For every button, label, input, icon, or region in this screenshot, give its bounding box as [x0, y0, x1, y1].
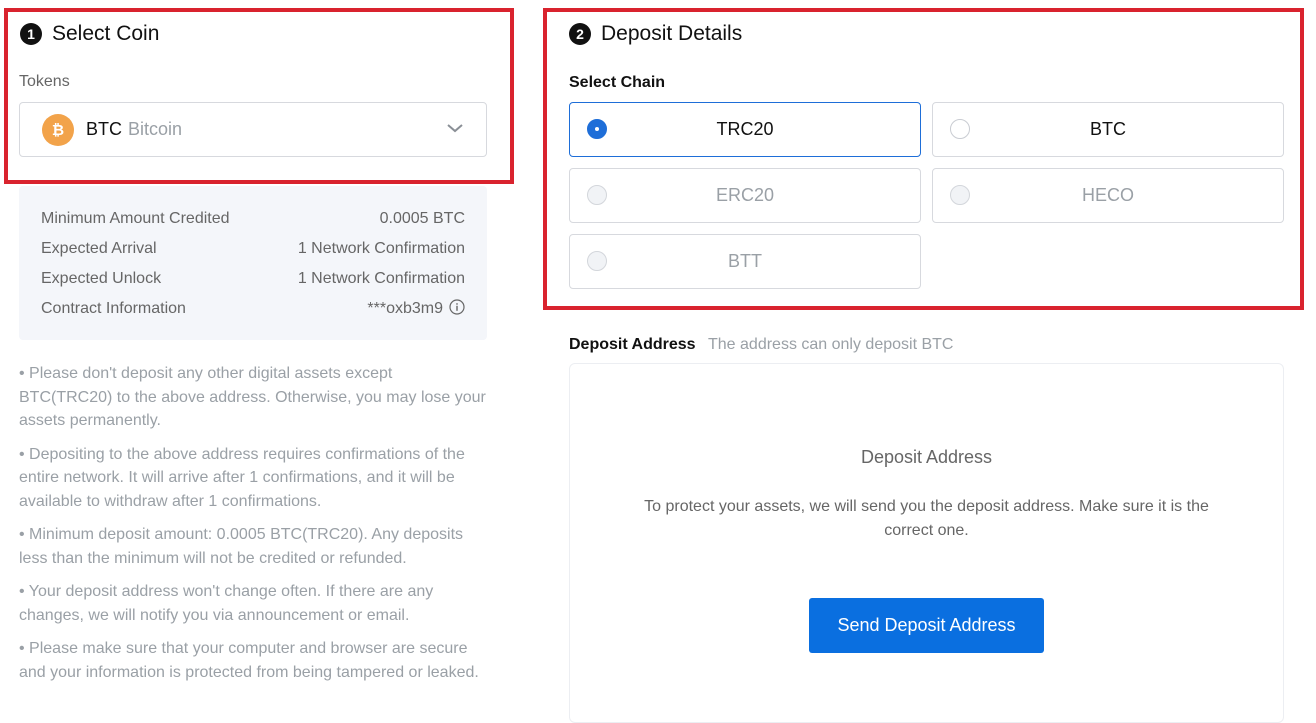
- deposit-address-header: Deposit Address The address can only dep…: [569, 336, 953, 354]
- chain-option-trc20[interactable]: TRC20: [569, 102, 921, 157]
- token-name: Bitcoin: [128, 119, 183, 139]
- card-title: Deposit Address: [860, 447, 993, 467]
- info-value: 0.0005 BTC: [379, 210, 465, 227]
- chain-label: BTC: [1090, 119, 1126, 139]
- info-label: Contract Information: [41, 300, 186, 317]
- radio-icon[interactable]: [587, 185, 607, 205]
- deposit-address-label: Deposit Address: [569, 336, 696, 353]
- note-item: • Your deposit address won't change ofte…: [19, 583, 434, 624]
- chain-option-btt[interactable]: BTT: [569, 234, 921, 289]
- note-item: • Minimum deposit amount: 0.0005 BTC(TRC…: [19, 526, 464, 567]
- note-item: • Please don't deposit any other digital…: [19, 365, 486, 429]
- info-value: 1 Network Confirmation: [297, 270, 465, 287]
- send-deposit-address-button[interactable]: Send Deposit Address: [809, 598, 1044, 653]
- deposit-details-heading: 2 Deposit Details: [569, 22, 742, 46]
- chain-label: HECO: [1081, 185, 1134, 205]
- radio-icon[interactable]: [950, 119, 970, 139]
- radio-icon[interactable]: [950, 185, 970, 205]
- tokens-label: Tokens: [19, 73, 70, 90]
- note-item: • Depositing to the above address requir…: [19, 445, 465, 510]
- info-value: ***oxb3m9: [367, 300, 443, 317]
- info-label: Expected Arrival: [41, 240, 157, 257]
- info-circle-icon[interactable]: [449, 298, 465, 320]
- deposit-address-hint: The address can only deposit BTC: [708, 336, 954, 353]
- info-row-minimum-amount: Minimum Amount Credited 0.0005 BTC: [41, 204, 465, 234]
- info-row-expected-arrival: Expected Arrival 1 Network Confirmation: [41, 234, 465, 264]
- chain-option-btc[interactable]: BTC: [932, 102, 1284, 157]
- chain-label: ERC20: [715, 185, 775, 205]
- chain-option-heco[interactable]: HECO: [932, 168, 1284, 223]
- info-label: Expected Unlock: [41, 270, 162, 287]
- token-select-dropdown[interactable]: ₿ BTC Bitcoin: [19, 102, 487, 157]
- chain-label: BTT: [728, 251, 762, 271]
- deposit-info-panel: Minimum Amount Credited 0.0005 BTC Expec…: [19, 186, 487, 340]
- info-row-contract-information: Contract Information ***oxb3m9: [41, 294, 465, 324]
- select-coin-heading: 1 Select Coin: [20, 22, 159, 46]
- step-number-badge: 1: [20, 23, 42, 45]
- svg-text:₿: ₿: [52, 121, 64, 139]
- bitcoin-icon: ₿: [42, 113, 74, 146]
- chain-label: TRC20: [716, 119, 774, 139]
- chain-option-erc20[interactable]: ERC20: [569, 168, 921, 223]
- radio-icon[interactable]: [587, 251, 607, 271]
- token-code: BTC: [86, 119, 122, 139]
- info-row-expected-unlock: Expected Unlock 1 Network Confirmation: [41, 264, 465, 294]
- deposit-notes: • Please don't deposit any other digital…: [19, 362, 489, 694]
- step-number-badge: 2: [569, 23, 591, 45]
- radio-selected-icon[interactable]: [587, 119, 607, 139]
- select-coin-title: Select Coin: [52, 22, 160, 45]
- card-description: To protect your assets, we will send you…: [644, 498, 1209, 539]
- info-label: Minimum Amount Credited: [41, 210, 230, 227]
- info-value: 1 Network Confirmation: [297, 240, 465, 257]
- deposit-address-card: Deposit Address To protect your assets, …: [569, 363, 1284, 723]
- chevron-down-icon: [446, 121, 464, 139]
- deposit-details-title: Deposit Details: [601, 22, 743, 45]
- select-chain-label: Select Chain: [569, 74, 666, 91]
- note-item: • Please make sure that your computer an…: [19, 640, 479, 681]
